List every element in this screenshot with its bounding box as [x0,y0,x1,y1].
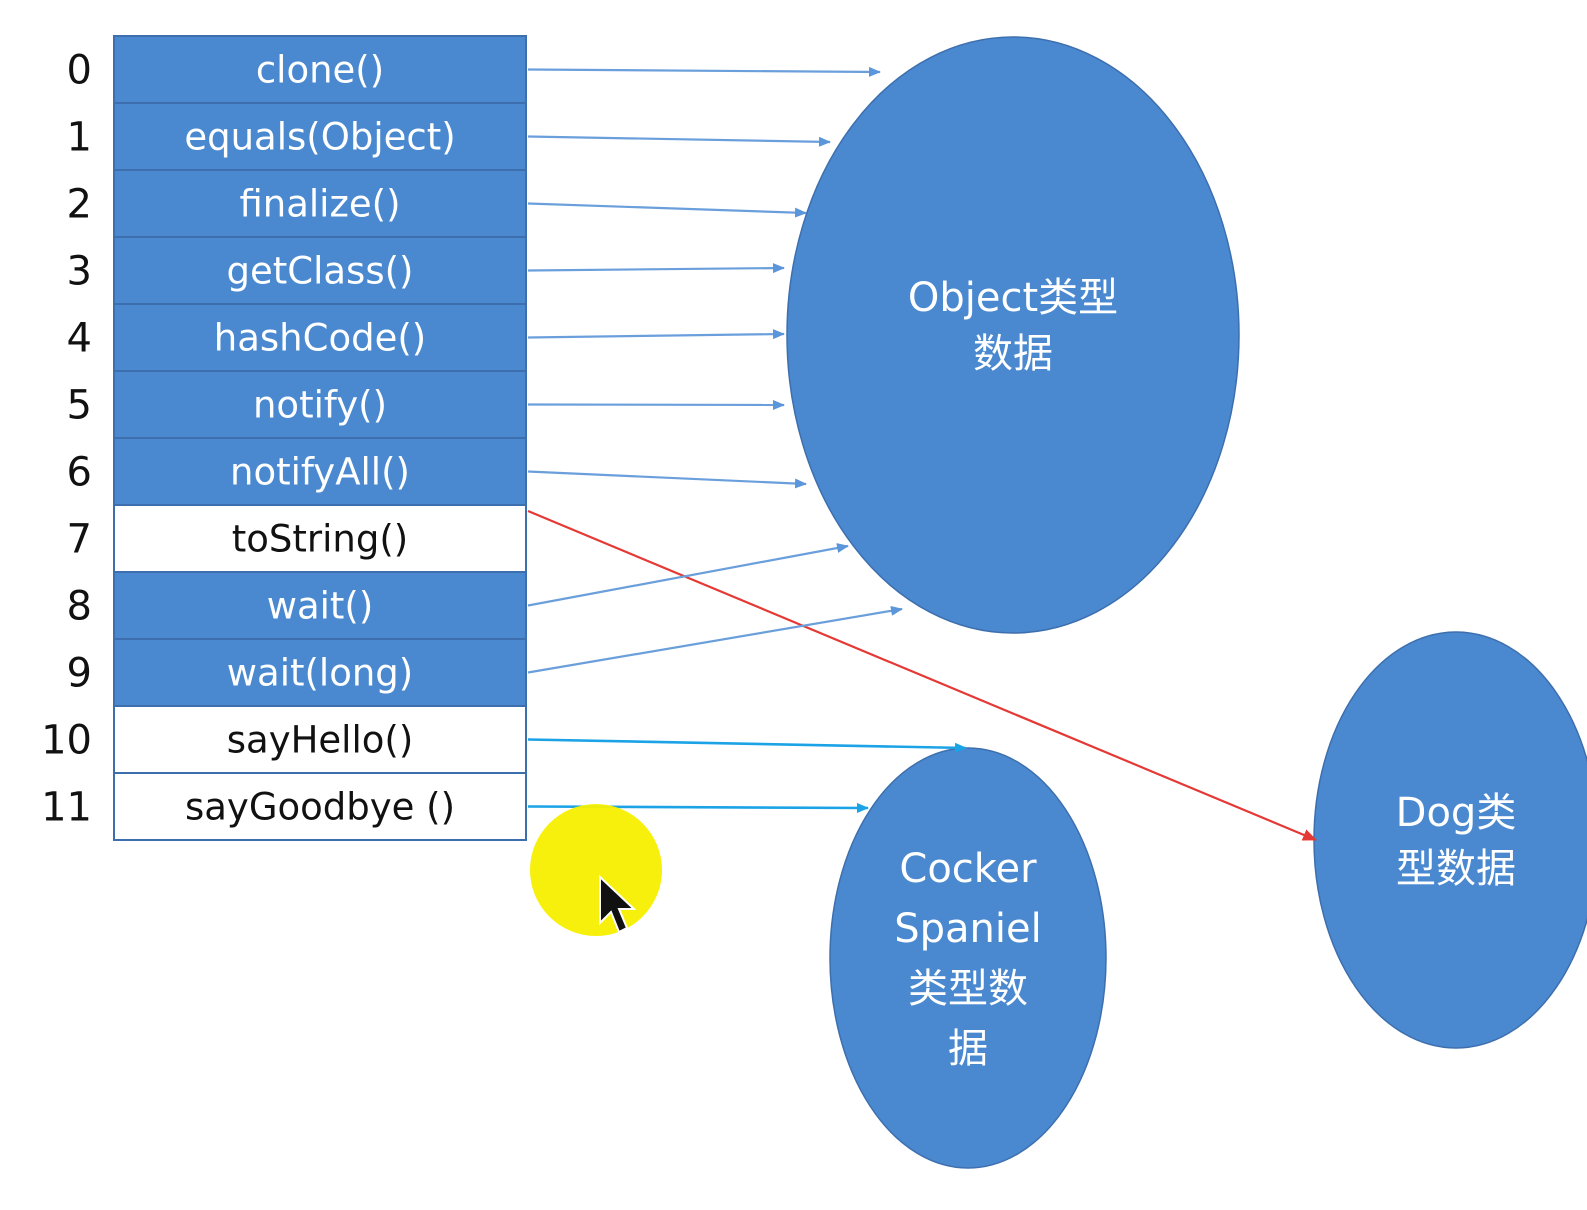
row-index: 0 [67,48,92,94]
cursor-highlight [530,804,662,936]
method-label: hashCode() [214,317,426,360]
row-index: 2 [67,182,92,228]
table-row: sayGoodbye () 11 [41,772,527,841]
arrow-row-0-to-object [527,66,881,77]
row-index: 9 [67,651,92,697]
row-index: 10 [41,718,92,764]
arrow-row-8-to-object [527,543,849,607]
table-row: sayHello() 10 [41,705,527,774]
arrow-row-2-to-object [527,202,807,218]
arrow-row-9-to-object [527,605,903,674]
table-row: wait() 8 [67,571,527,640]
row-index: 6 [67,450,92,496]
method-label: notify() [253,384,387,427]
table-row: notify() 5 [67,370,527,439]
method-table: clone() 0 equals(Object) 1 finalize() 2 getCla… [41,35,527,841]
row-index: 8 [67,584,92,630]
method-label: equals(Object) [184,116,455,159]
node-object: Object类型数据 [786,36,1240,634]
table-row: hashCode() 4 [67,303,527,372]
method-label: notifyAll() [230,451,410,494]
method-label: sayHello() [227,719,414,762]
method-label: wait() [267,585,374,628]
table-row: getClass() 3 [67,236,527,305]
node-cocker-ellipse [829,747,1107,1169]
table-row: equals(Object) 1 [67,102,527,171]
table-row: clone() 0 [67,35,527,104]
node-cocker: Cocker Spaniel 类型数据 [829,747,1107,1169]
node-dog-ellipse [1313,631,1587,1049]
method-label: toString() [232,518,408,561]
arrow-row-1-to-object [527,135,831,147]
row-index: 4 [67,316,92,362]
method-label: sayGoodbye () [185,786,455,829]
node-object-label-0: Object类型 [908,275,1118,321]
method-label: getClass() [227,250,414,293]
row-index: 11 [41,785,92,831]
table-row: wait(long) 9 [67,638,527,707]
arrow-row-3-to-object [527,263,785,274]
row-index: 7 [67,517,92,563]
row-index: 5 [67,383,92,429]
node-cocker-label-2: 类型数 [908,966,1028,1012]
method-label: clone() [256,49,384,92]
method-label: finalize() [239,183,400,226]
arrow-row-4-to-object [527,329,785,340]
table-row: finalize() 2 [67,169,527,238]
node-dog-label-1: 型数据 [1396,846,1516,892]
arrow-row-6-to-object [527,470,807,489]
arrow-row-5-to-object [527,399,785,410]
node-object-label-1: 数据 [973,331,1053,377]
arrow-row-10-to-cocker [527,738,967,753]
vtable-diagram: Object类型数据 Cocker Spaniel 类型数据 Dog类型数据 clone… [41,35,1587,1169]
table-row: toString() 7 [67,504,527,573]
row-index: 1 [67,115,92,161]
node-cocker-label-3: 据 [948,1026,988,1072]
table-row: notifyAll() 6 [67,437,527,506]
node-cocker-label-1: Spaniel [894,906,1041,952]
node-cocker-label-0: Cocker [899,846,1037,892]
method-label: wait(long) [227,652,413,695]
node-dog: Dog类型数据 [1313,631,1587,1049]
node-dog-label-0: Dog类 [1396,790,1517,836]
row-index: 3 [67,249,92,295]
